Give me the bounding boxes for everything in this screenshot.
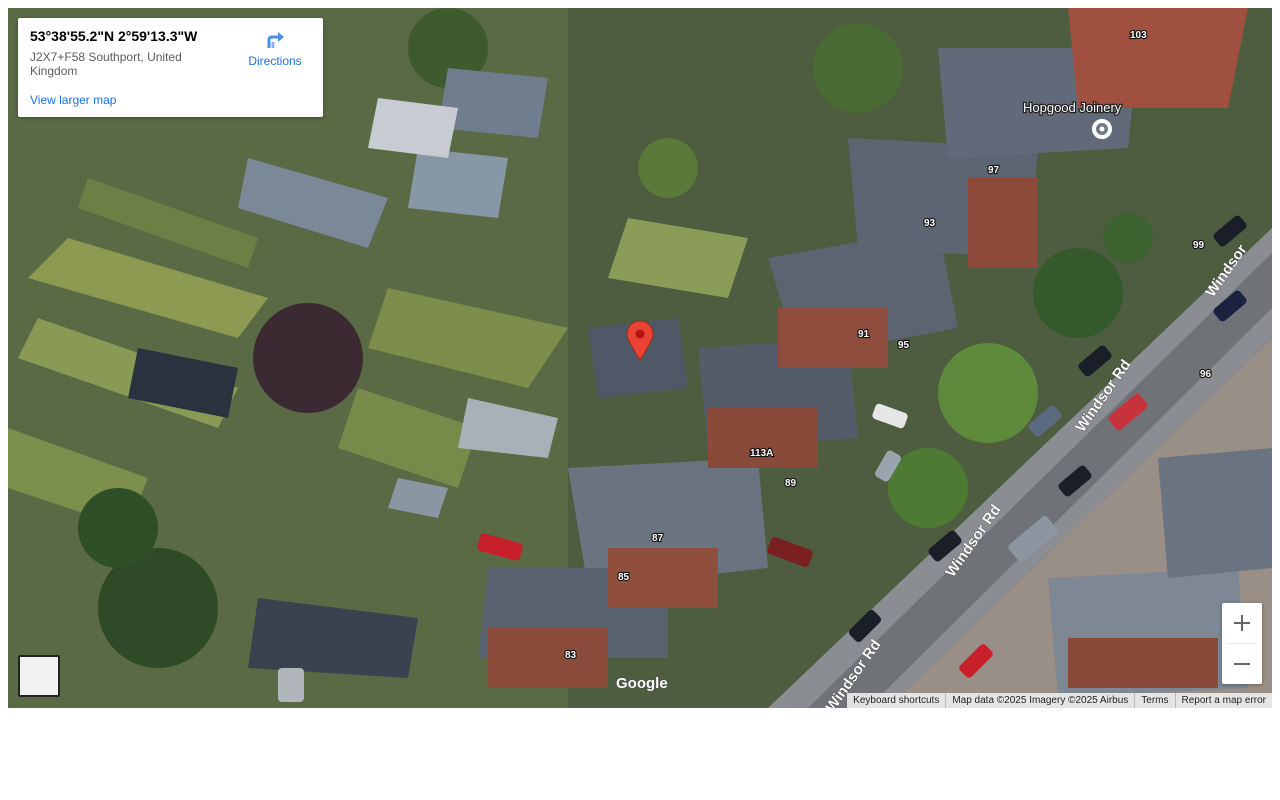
house-number: 85 xyxy=(618,572,630,583)
zoom-out-button[interactable] xyxy=(1222,644,1262,684)
terms-link[interactable]: Terms xyxy=(1134,693,1174,708)
house-number: 113A xyxy=(750,448,773,459)
map-data-text: Map data ©2025 Imagery ©2025 Airbus xyxy=(945,693,1134,708)
google-logo: Google xyxy=(616,675,668,692)
house-number: 99 xyxy=(1193,240,1205,251)
house-number: 83 xyxy=(565,650,577,661)
report-map-error-link[interactable]: Report a map error xyxy=(1174,693,1272,708)
house-number: 93 xyxy=(924,218,936,229)
minus-icon xyxy=(1234,663,1250,665)
place-coordinates: 53°38'55.2"N 2°59'13.3"W xyxy=(30,28,198,44)
zoom-control xyxy=(1222,603,1262,684)
house-number: 89 xyxy=(785,478,797,489)
house-number: 87 xyxy=(652,533,664,544)
directions-button[interactable]: Directions xyxy=(240,28,310,68)
attribution-bar: Keyboard shortcuts Map data ©2025 Imager… xyxy=(847,693,1272,708)
place-pin-icon[interactable] xyxy=(1090,117,1114,141)
view-larger-map-link[interactable]: View larger map xyxy=(30,93,116,107)
map-layer-toggle[interactable] xyxy=(18,655,60,697)
place-info-card: 53°38'55.2"N 2°59'13.3"W J2X7+F58 Southp… xyxy=(18,18,323,117)
house-number: 91 xyxy=(858,329,870,340)
poi-label[interactable]: Hopgood Joinery xyxy=(1022,99,1123,117)
directions-icon xyxy=(267,32,284,48)
house-number: 103 xyxy=(1130,30,1147,41)
house-number: 96 xyxy=(1200,369,1212,380)
keyboard-shortcuts-link[interactable]: Keyboard shortcuts xyxy=(847,693,945,708)
place-address: J2X7+F58 Southport, United Kingdom xyxy=(30,50,182,78)
plus-icon xyxy=(1234,615,1250,631)
directions-label: Directions xyxy=(248,54,302,68)
zoom-in-button[interactable] xyxy=(1222,603,1262,643)
house-number: 95 xyxy=(898,340,910,351)
house-number: 97 xyxy=(988,165,1000,176)
